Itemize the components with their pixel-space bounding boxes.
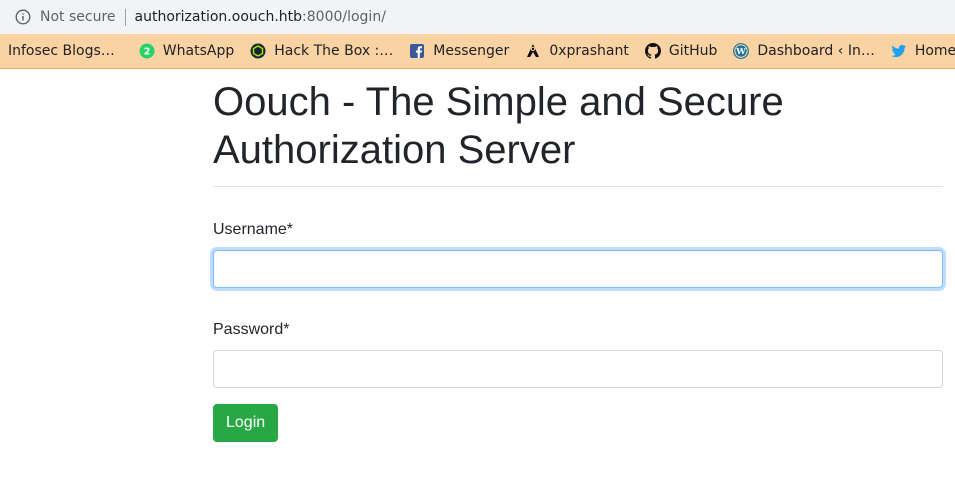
page-title: Oouch - The Simple and Secure Authorizat… bbox=[213, 80, 784, 172]
wordpress-icon: W bbox=[733, 43, 750, 59]
bookmark-label: Dashboard ‹ In… bbox=[757, 43, 875, 59]
username-input[interactable] bbox=[213, 250, 943, 288]
bookmark-infosec-blogs[interactable]: Infosec Blogs… bbox=[0, 37, 121, 65]
security-status[interactable]: Not secure bbox=[40, 9, 116, 25]
github-icon bbox=[644, 43, 661, 59]
bookmark-label: Hack The Box :… bbox=[274, 43, 394, 59]
url-host: authorization.oouch.htb bbox=[134, 9, 303, 25]
password-input[interactable] bbox=[213, 350, 943, 388]
svg-text:2: 2 bbox=[143, 47, 150, 58]
login-button[interactable]: Login bbox=[213, 404, 279, 442]
svg-text:W: W bbox=[736, 47, 747, 57]
omnibox-divider bbox=[124, 8, 126, 26]
hackthebox-icon bbox=[250, 43, 266, 59]
bookmark-dashboard[interactable]: W Dashboard ‹ In… bbox=[727, 37, 880, 65]
title-divider bbox=[213, 186, 943, 187]
bookmarks-bar: Infosec Blogs… 2 WhatsApp Hack The Box :… bbox=[0, 34, 955, 69]
facebook-icon bbox=[409, 43, 425, 59]
bookmark-label: WhatsApp bbox=[162, 43, 235, 59]
bookmark-label: GitHub bbox=[668, 43, 718, 59]
bookmark-whatsapp[interactable]: 2 WhatsApp bbox=[133, 37, 240, 65]
bookmark-label: Home / bbox=[914, 43, 955, 59]
bookmark-0xprashant[interactable]: 0xprashant bbox=[519, 37, 635, 65]
bookmark-label: Infosec Blogs… bbox=[8, 43, 115, 59]
bookmark-github[interactable]: GitHub bbox=[639, 37, 724, 65]
hacker-icon bbox=[525, 43, 541, 59]
twitter-icon bbox=[890, 43, 907, 59]
bookmark-hackthebox[interactable]: Hack The Box :… bbox=[244, 37, 399, 65]
login-container: Oouch - The Simple and Secure Authorizat… bbox=[213, 69, 943, 442]
browser-address-bar: Not secure authorization.oouch.htb:8000/… bbox=[0, 0, 955, 34]
url-text[interactable]: authorization.oouch.htb:8000/login/ bbox=[135, 9, 386, 25]
url-path: :8000/login/ bbox=[302, 9, 386, 25]
omnibox[interactable]: Not secure authorization.oouch.htb:8000/… bbox=[4, 3, 955, 31]
bookmark-label: 0xprashant bbox=[549, 43, 629, 59]
password-label: Password* bbox=[213, 321, 290, 338]
bookmark-messenger[interactable]: Messenger bbox=[403, 37, 515, 65]
whatsapp-icon: 2 bbox=[139, 43, 155, 59]
username-label: Username* bbox=[213, 221, 294, 238]
bookmark-home-twitter[interactable]: Home / bbox=[885, 37, 955, 65]
info-icon[interactable] bbox=[14, 8, 32, 26]
bookmark-label: Messenger bbox=[433, 43, 510, 59]
